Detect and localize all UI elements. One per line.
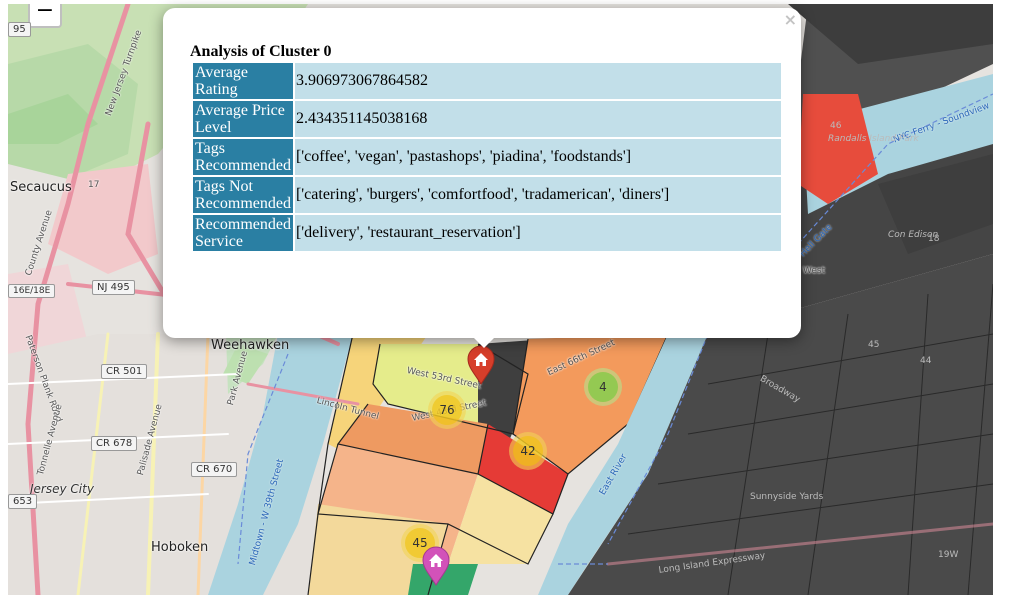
cluster-marker[interactable]: 76 <box>428 391 466 429</box>
magenta-home-marker[interactable] <box>421 546 451 586</box>
row-value: 2.434351145038168 <box>294 101 781 137</box>
randalls-island-label: Randalls Island Park <box>828 134 919 144</box>
row-value: ['catering', 'burgers', 'comfortfood', '… <box>294 177 781 213</box>
route-653-shield: 653 <box>8 494 38 509</box>
cluster-count: 76 <box>432 395 462 425</box>
popup-title: Analysis of Cluster 0 <box>190 43 332 60</box>
route-45-label: 45 <box>868 340 880 350</box>
row-value: ['delivery', 'restaurant_reservation'] <box>294 215 781 251</box>
jersey-city-label: Jersey City <box>30 482 94 496</box>
route-19w-label: 19W <box>938 550 959 560</box>
secaucus-label: Secaucus <box>10 180 72 195</box>
table-row: Tags Not Recommended ['catering', 'burge… <box>193 177 781 213</box>
route-17-label: 17 <box>88 180 100 190</box>
popup-close-button[interactable]: × <box>784 10 797 29</box>
nj495-shield: NJ 495 <box>92 280 135 295</box>
sunnyside-label: Sunnyside Yards <box>750 492 824 502</box>
cluster-count: 42 <box>513 436 543 466</box>
weehawken-label: Weehawken <box>211 338 290 353</box>
red-home-marker[interactable] <box>466 345 496 385</box>
cr678-shield: CR 678 <box>91 436 138 451</box>
cluster-analysis-table: Average Rating 3.906973067864582 Average… <box>191 61 783 253</box>
table-row: Average Price Level 2.434351145038168 <box>193 101 781 137</box>
cr670-shield: CR 670 <box>191 462 238 477</box>
table-row: Tags Recommended ['coffee', 'vegan', 'pa… <box>193 139 781 175</box>
row-value: 3.906973067864582 <box>294 63 781 99</box>
route-18-label: 18 <box>928 234 940 244</box>
row-header: Tags Recommended <box>193 139 293 175</box>
zoom-out-button[interactable]: − <box>28 4 62 28</box>
row-value: ['coffee', 'vegan', 'pastashops', 'piadi… <box>294 139 781 175</box>
route-46-label: 46 <box>830 121 842 131</box>
hoboken-label: Hoboken <box>151 540 209 555</box>
popup-tip <box>474 338 494 348</box>
west-label: West <box>803 266 826 276</box>
cluster-analysis-popup: × Analysis of Cluster 0 Average Rating 3… <box>163 8 801 348</box>
cluster-marker[interactable]: 42 <box>509 432 547 470</box>
row-header: Average Price Level <box>193 101 293 137</box>
cr501-shield: CR 501 <box>101 364 148 379</box>
cluster-count: 4 <box>588 372 618 402</box>
table-row: Recommended Service ['delivery', 'restau… <box>193 215 781 251</box>
route-16e-shield: 16E/18E <box>8 284 56 298</box>
table-row: Average Rating 3.906973067864582 <box>193 63 781 99</box>
row-header: Recommended Service <box>193 215 293 251</box>
route-44-label: 44 <box>920 356 932 366</box>
home-icon <box>467 345 495 385</box>
route-95-shield: 95 <box>8 22 31 37</box>
home-icon <box>422 546 450 586</box>
row-header: Average Rating <box>193 63 293 99</box>
cluster-marker[interactable]: 4 <box>584 368 622 406</box>
row-header: Tags Not Recommended <box>193 177 293 213</box>
